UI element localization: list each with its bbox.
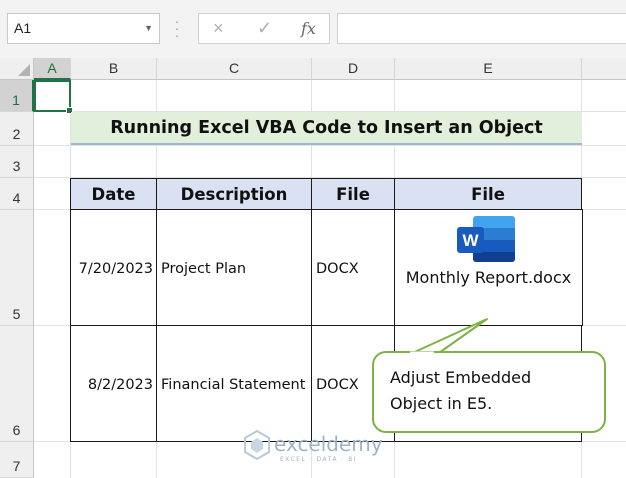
- watermark-name: exceldemy: [274, 432, 383, 456]
- watermark-tagline: EXCEL · DATA · BI: [280, 456, 358, 463]
- exceldemy-logo-icon: [244, 429, 270, 461]
- exceldemy-watermark: exceldemy EXCEL · DATA · BI: [244, 429, 394, 466]
- callout-pointer-joint: [410, 351, 434, 355]
